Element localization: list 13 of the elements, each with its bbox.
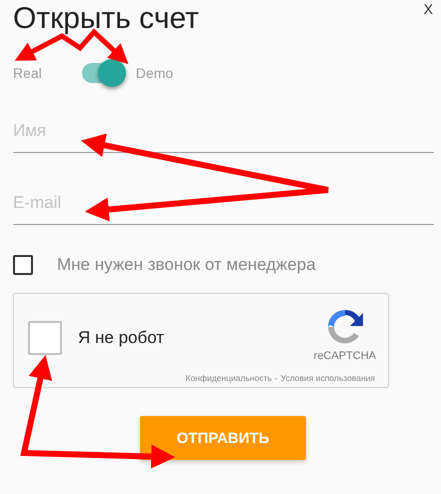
checkbox-label: Мне нужен звонок от менеджера (57, 255, 316, 275)
captcha-label: Я не робот (78, 328, 164, 348)
close-button[interactable]: X (420, 1, 433, 17)
link-separator: - (274, 373, 278, 383)
form-title: Открыть счет (13, 1, 199, 37)
footer-link[interactable]: Условия использования (280, 373, 375, 383)
submit-button[interactable]: ОТПРАВИТЬ (140, 416, 306, 460)
recaptcha-brand: reCAPTCHA (314, 350, 376, 362)
footer-link[interactable]: Конфиденциальность (186, 373, 272, 383)
checkbox[interactable] (13, 255, 33, 275)
captcha-checkbox[interactable] (28, 321, 62, 355)
toggle-label: Demo (136, 65, 174, 81)
toggle-label: Real (13, 65, 42, 81)
